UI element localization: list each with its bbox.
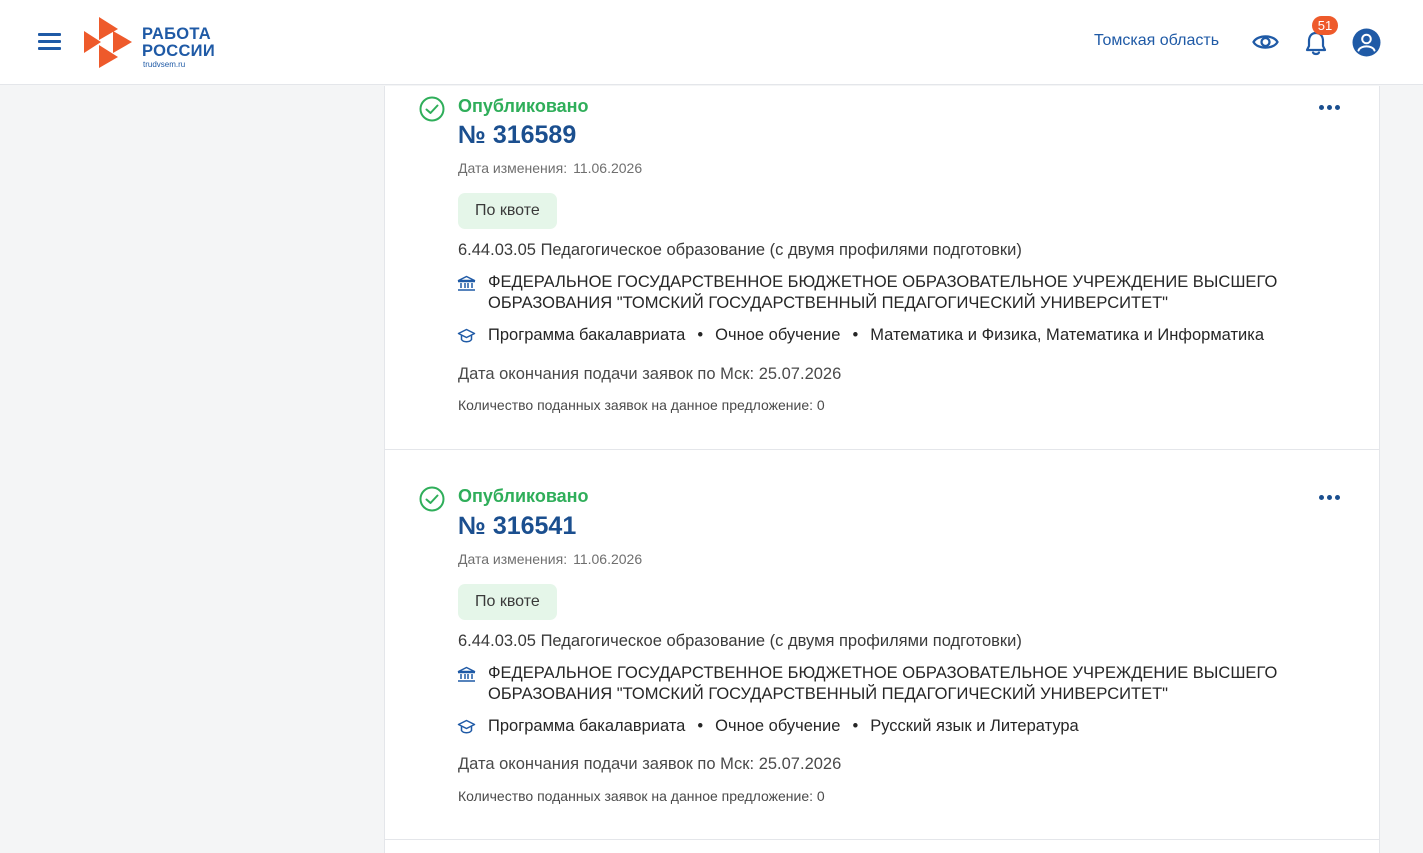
- menu-icon[interactable]: [38, 33, 62, 51]
- organization-name-line1: ФЕДЕРАЛЬНОЕ ГОСУДАРСТВЕННОЕ БЮДЖЕТНОЕ ОБ…: [488, 273, 1278, 291]
- modified-date-label: Дата изменения:: [458, 160, 568, 176]
- eye-icon[interactable]: [1252, 31, 1279, 53]
- organization-name-line2: ОБРАЗОВАНИЯ "ТОМСКИЙ ГОСУДАРСТВЕННЫЙ ПЕД…: [488, 685, 1169, 703]
- modified-date-label: Дата изменения:: [458, 551, 568, 567]
- offers-list: Опубликовано № 316589 Дата изменения: 11.…: [384, 86, 1380, 853]
- card-divider: [385, 449, 1379, 450]
- check-circle-icon: [419, 486, 445, 512]
- status-label: Опубликовано: [458, 96, 589, 116]
- application-deadline: Дата окончания подачи заявок по Мск: 25.…: [458, 755, 842, 773]
- modified-date-value: 11.06.2026: [573, 551, 643, 567]
- organization-name: ФЕДЕРАЛЬНОЕ ГОСУДАРСТВЕННОЕ БЮДЖЕТНОЕ ОБ…: [488, 272, 1348, 314]
- organization-name-line2: ОБРАЗОВАНИЯ "ТОМСКИЙ ГОСУДАРСТВЕННЫЙ ПЕД…: [488, 294, 1169, 312]
- program-info: Программа бакалавриата • Очное обучение • Ру…: [488, 717, 1079, 735]
- organization-name: ФЕДЕРАЛЬНОЕ ГОСУДАРСТВЕННОЕ БЮДЖЕТНОЕ ОБ…: [488, 663, 1348, 705]
- institution-icon: [457, 275, 476, 291]
- card-divider: [385, 839, 1379, 840]
- study-profiles: Русский язык и Литература: [870, 717, 1079, 735]
- applications-count: Количество поданных заявок на данное пре…: [458, 788, 825, 804]
- notification-count-badge: 51: [1312, 16, 1338, 35]
- logo-title-line1: РАБОТА: [142, 25, 211, 43]
- modified-date: Дата изменения: 11.06.2026: [458, 551, 642, 567]
- modified-date: Дата изменения: 11.06.2026: [458, 160, 642, 176]
- program-info: Программа бакалавриата • Очное обучение • Ма…: [488, 326, 1265, 344]
- user-icon[interactable]: [1352, 28, 1381, 57]
- study-form: Очное обучение: [715, 326, 841, 344]
- offer-number[interactable]: № 316589: [458, 121, 576, 150]
- logo-title-line2: РОССИИ: [142, 42, 215, 60]
- modified-date-value: 11.06.2026: [573, 160, 643, 176]
- offer-card[interactable]: Опубликовано № 316541 Дата изменения: 11.…: [385, 476, 1381, 840]
- application-deadline: Дата окончания подачи заявок по Мск: 25.…: [458, 365, 842, 383]
- applications-count: Количество поданных заявок на данное пре…: [458, 397, 825, 413]
- study-form: Очное обучение: [715, 717, 841, 735]
- specialty: 6.44.03.05 Педагогическое образование (с…: [458, 632, 1022, 650]
- offer-card[interactable]: Опубликовано № 316589 Дата изменения: 11.…: [385, 86, 1381, 450]
- logo[interactable]: РАБОТА РОССИИ trudvsem.ru: [82, 16, 232, 70]
- study-profiles: Математика и Физика, Математика и Информ…: [870, 326, 1265, 344]
- graduation-cap-icon: [457, 719, 476, 734]
- program-type: Программа бакалавриата: [488, 717, 686, 735]
- specialty: 6.44.03.05 Педагогическое образование (с…: [458, 241, 1022, 259]
- region-selector[interactable]: Томская область: [1094, 32, 1219, 50]
- logo-mark-icon: [84, 17, 132, 68]
- logo-subtitle: trudvsem.ru: [143, 60, 186, 69]
- check-circle-icon: [419, 96, 445, 122]
- organization-name-line1: ФЕДЕРАЛЬНОЕ ГОСУДАРСТВЕННОЕ БЮДЖЕТНОЕ ОБ…: [488, 664, 1278, 682]
- graduation-cap-icon: [457, 328, 476, 343]
- institution-icon: [457, 666, 476, 682]
- quota-chip: По квоте: [458, 193, 557, 229]
- top-header: РАБОТА РОССИИ trudvsem.ru Томская област…: [0, 0, 1423, 85]
- more-actions-icon[interactable]: [1319, 493, 1345, 503]
- program-type: Программа бакалавриата: [488, 326, 686, 344]
- status-label: Опубликовано: [458, 486, 589, 506]
- offer-number[interactable]: № 316541: [458, 512, 576, 541]
- quota-chip: По квоте: [458, 584, 557, 620]
- more-actions-icon[interactable]: [1319, 103, 1345, 113]
